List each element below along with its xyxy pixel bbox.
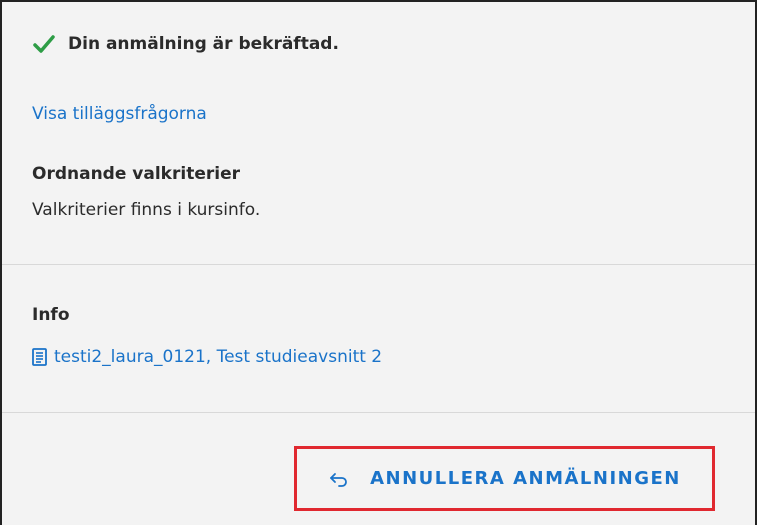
cancel-registration-label: ANNULLERA ANMÄLNINGEN (370, 468, 681, 489)
checkmark-icon (33, 35, 55, 53)
section-divider (2, 264, 755, 265)
course-link[interactable]: testi2_laura_0121, Test studieavsnitt 2 (30, 347, 382, 367)
document-icon (32, 348, 47, 366)
criteria-description: Valkriterier finns i kursinfo. (32, 200, 261, 220)
section-divider (2, 412, 755, 413)
show-additional-questions-link[interactable]: Visa tilläggsfrågorna (32, 104, 207, 124)
info-heading: Info (32, 305, 70, 325)
confirmation-message: Din anmälning är bekräftad. (68, 34, 339, 54)
criteria-heading: Ordnande valkriterier (32, 164, 240, 184)
cancel-registration-button[interactable]: ANNULLERA ANMÄLNINGEN (328, 468, 681, 490)
confirmation-status: Din anmälning är bekräftad. (32, 32, 339, 56)
registration-panel: Din anmälning är bekräftad. Visa tillägg… (0, 0, 757, 525)
undo-icon (330, 472, 348, 487)
course-link-label: testi2_laura_0121, Test studieavsnitt 2 (54, 347, 383, 367)
cancel-highlight-box: ANNULLERA ANMÄLNINGEN (294, 446, 715, 511)
